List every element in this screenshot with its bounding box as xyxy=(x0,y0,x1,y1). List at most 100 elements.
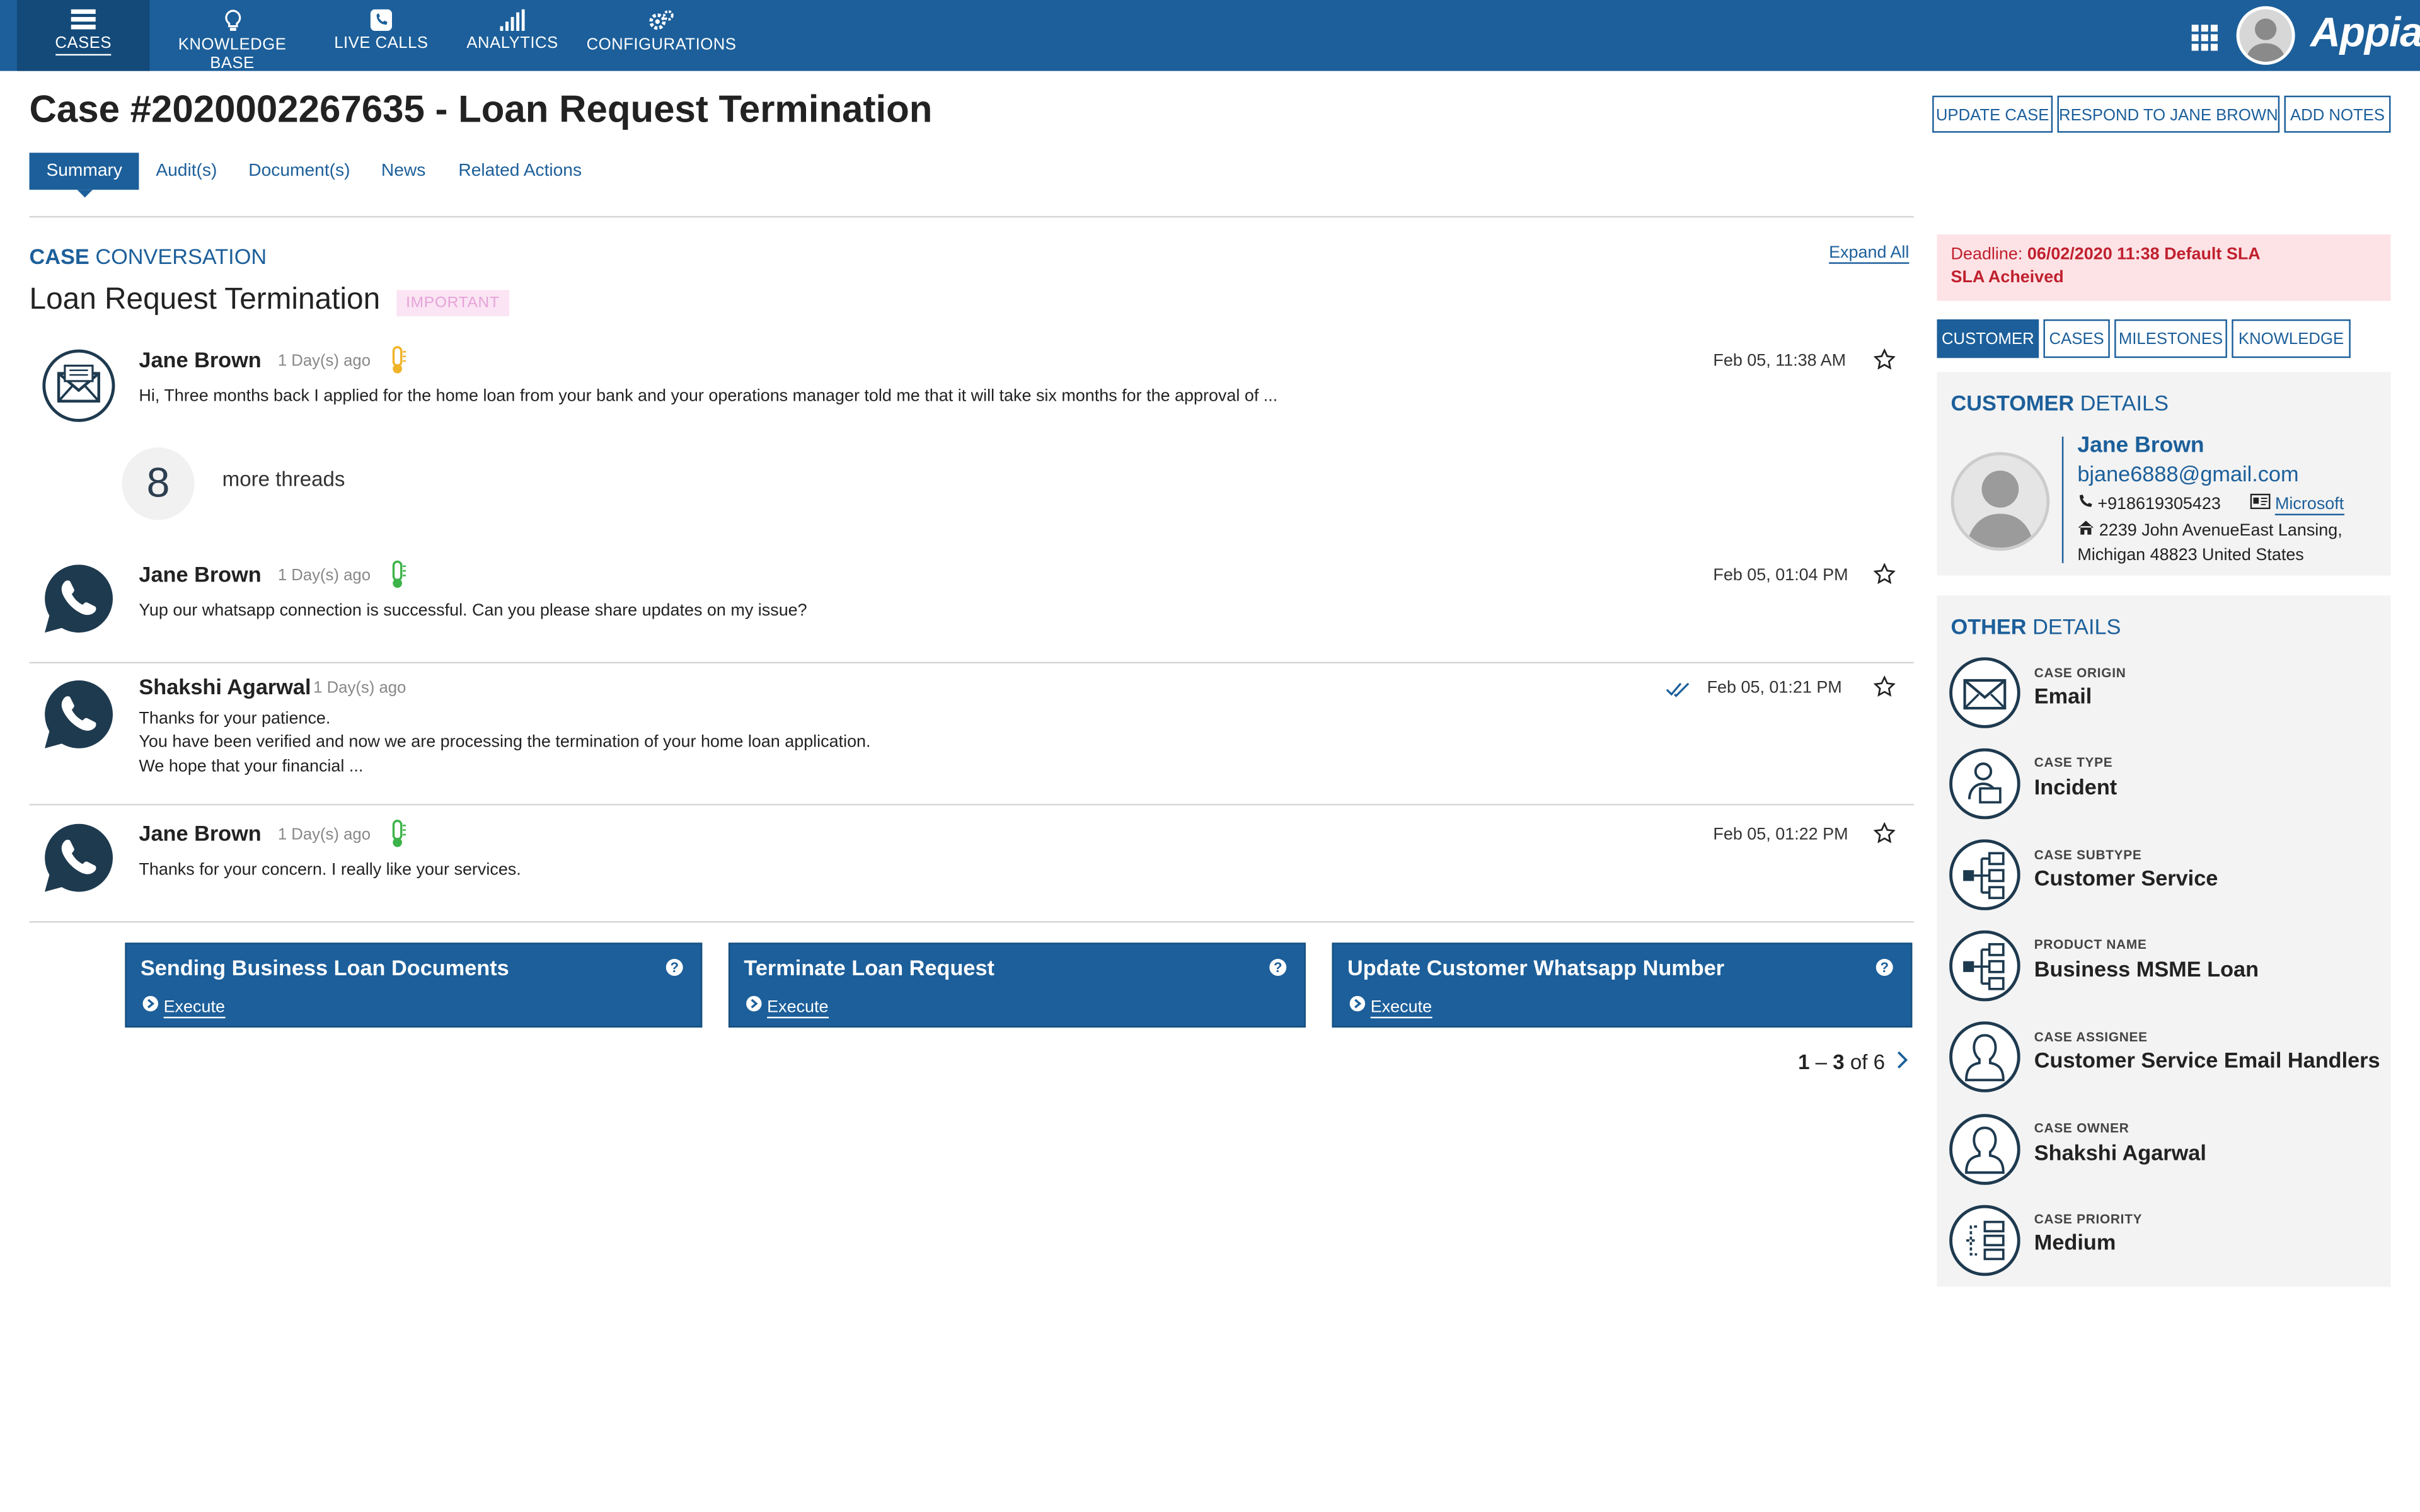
svg-text:?: ? xyxy=(1880,959,1888,975)
tab-milestones[interactable]: MILESTONES xyxy=(2114,319,2227,358)
message-age: 1 Day(s) ago xyxy=(313,679,406,697)
tab-documents[interactable]: Document(s) xyxy=(248,152,350,190)
customer-details-panel: CUSTOMER DETAILS Jane Brown bjane6888@gm… xyxy=(1937,372,2391,576)
update-case-button[interactable]: UPDATE CASE xyxy=(1932,95,2053,133)
other-details-title: OTHER DETAILS xyxy=(1950,614,2121,639)
tab-customer[interactable]: CUSTOMER xyxy=(1937,319,2039,358)
nav-cases[interactable]: CASES xyxy=(16,0,150,71)
case-assignee-label: CASE ASSIGNEE xyxy=(2034,1029,2148,1045)
header-divider xyxy=(29,215,1914,218)
sentiment-thermometer-icon xyxy=(392,820,406,847)
help-icon[interactable]: ? xyxy=(1269,958,1287,976)
id-card-icon xyxy=(2250,493,2271,510)
case-subtype-label: CASE SUBTYPE xyxy=(2034,847,2142,862)
star-icon[interactable] xyxy=(1874,348,1896,370)
person-silhouette-icon xyxy=(2245,18,2286,62)
product-name-label: PRODUCT NAME xyxy=(2034,936,2147,953)
hierarchy-icon xyxy=(1949,839,2020,910)
nav-configurations[interactable]: CONFIGURATIONS xyxy=(587,0,736,71)
execute-link[interactable]: Execute xyxy=(1349,995,1432,1019)
case-origin-label: CASE ORIGIN xyxy=(2034,665,2126,681)
user-avatar[interactable] xyxy=(2236,6,2295,65)
customer-address: 2239 John AvenueEast Lansing, Michigan 4… xyxy=(2077,520,2370,568)
star-icon[interactable] xyxy=(1874,563,1896,585)
tab-news[interactable]: News xyxy=(381,152,425,190)
respond-button[interactable]: RESPOND TO JANE BROWN xyxy=(2057,95,2280,133)
page-title: Case #2020002267635 - Loan Request Termi… xyxy=(29,89,933,132)
action-card-title: Sending Business Loan Documents xyxy=(140,954,509,980)
help-icon[interactable]: ? xyxy=(1876,958,1894,976)
agent-icon xyxy=(1949,748,2020,820)
message-sender: Shakshi Agarwal xyxy=(139,674,311,699)
appian-logo: Appian xyxy=(2310,9,2420,56)
app-grid-icon[interactable] xyxy=(2191,25,2218,51)
execute-link[interactable]: Execute xyxy=(746,995,829,1019)
tab-summary[interactable]: Summary xyxy=(29,152,139,198)
action-card-terminate-loan[interactable]: Terminate Loan Request ? Execute xyxy=(728,942,1306,1028)
list-icon xyxy=(71,9,96,30)
message-text: Thanks for your concern. I really like y… xyxy=(139,861,521,879)
more-threads-count[interactable]: 8 xyxy=(122,447,195,520)
customer-email[interactable]: bjane6888@gmail.com xyxy=(2077,461,2298,486)
lightbulb-icon xyxy=(224,9,241,31)
message-time: Feb 05, 01:22 PM xyxy=(1713,825,1848,844)
gears-icon xyxy=(648,10,673,30)
expand-all-link[interactable]: Expand All xyxy=(1829,244,1910,264)
customer-phone: +918619305423 xyxy=(2077,494,2221,514)
message-divider xyxy=(29,662,1914,664)
person-icon xyxy=(1949,1021,2020,1092)
message-sender: Jane Brown xyxy=(139,820,262,846)
customer-name[interactable]: Jane Brown xyxy=(2077,433,2204,458)
tab-cases[interactable]: CASES xyxy=(2043,319,2110,358)
action-card-send-documents[interactable]: Sending Business Loan Documents ? Execut… xyxy=(125,942,703,1028)
message-text: Yup our whatsapp connection is successfu… xyxy=(139,602,807,621)
arrow-circle-icon xyxy=(1349,995,1366,1012)
add-notes-button[interactable]: ADD NOTES xyxy=(2284,95,2391,133)
star-icon[interactable] xyxy=(1874,822,1896,844)
nav-live-calls[interactable]: LIVE CALLS xyxy=(330,0,432,71)
conversation-bottom-divider xyxy=(29,921,1914,923)
svg-text:?: ? xyxy=(1274,959,1282,975)
case-owner-value: Shakshi Agarwal xyxy=(2034,1140,2206,1165)
details-divider xyxy=(2061,437,2064,563)
whatsapp-icon xyxy=(45,680,113,748)
case-assignee-value: Customer Service Email Handlers xyxy=(2034,1047,2380,1073)
case-subtype-value: Customer Service xyxy=(2034,865,2218,891)
nav-knowledge-base[interactable]: KNOWLEDGE BASE xyxy=(159,0,306,72)
case-type-value: Incident xyxy=(2034,774,2118,799)
case-type-label: CASE TYPE xyxy=(2034,754,2113,770)
svg-text:?: ? xyxy=(670,959,678,975)
double-check-icon xyxy=(1666,682,1690,697)
important-badge: IMPORTANT xyxy=(396,290,509,317)
message-time: Feb 05, 01:21 PM xyxy=(1707,679,1842,697)
message-age: 1 Day(s) ago xyxy=(277,352,371,370)
tab-related-actions[interactable]: Related Actions xyxy=(458,152,582,190)
arrow-circle-icon xyxy=(746,995,762,1012)
tab-knowledge[interactable]: KNOWLEDGE xyxy=(2232,319,2351,358)
action-card-update-whatsapp[interactable]: Update Customer Whatsapp Number ? Execut… xyxy=(1332,942,1913,1028)
tab-audits[interactable]: Audit(s) xyxy=(156,152,217,190)
hierarchy-icon xyxy=(1949,930,2020,1002)
star-icon[interactable] xyxy=(1874,675,1896,697)
email-icon xyxy=(42,349,115,422)
deadline-banner: Deadline: 06/02/2020 11:38 Default SLA S… xyxy=(1937,234,2391,301)
case-owner-label: CASE OWNER xyxy=(2034,1120,2129,1136)
execute-link[interactable]: Execute xyxy=(142,995,225,1019)
envelope-icon xyxy=(1949,657,2020,728)
more-threads-label[interactable]: more threads xyxy=(222,467,345,491)
whatsapp-icon xyxy=(45,823,113,892)
message-age: 1 Day(s) ago xyxy=(277,825,371,844)
pagination: 1 – 3 of 6 xyxy=(1798,1051,1910,1074)
nav-analytics[interactable]: ANALYTICS xyxy=(463,0,562,71)
help-icon[interactable]: ? xyxy=(666,958,684,976)
message-age: 1 Day(s) ago xyxy=(277,566,371,585)
message-text: Hi, Three months back I applied for the … xyxy=(139,387,1278,406)
message-time: Feb 05, 11:38 AM xyxy=(1713,352,1847,370)
person-icon xyxy=(1949,1114,2020,1185)
product-name-value: Business MSME Loan xyxy=(2034,956,2259,982)
conversation-title: Loan Request Termination xyxy=(29,282,381,317)
chevron-right-icon[interactable] xyxy=(1896,1051,1910,1069)
customer-company[interactable]: Microsoft xyxy=(2250,493,2344,515)
person-silhouette-icon xyxy=(1966,470,2034,548)
home-icon xyxy=(2078,520,2094,535)
